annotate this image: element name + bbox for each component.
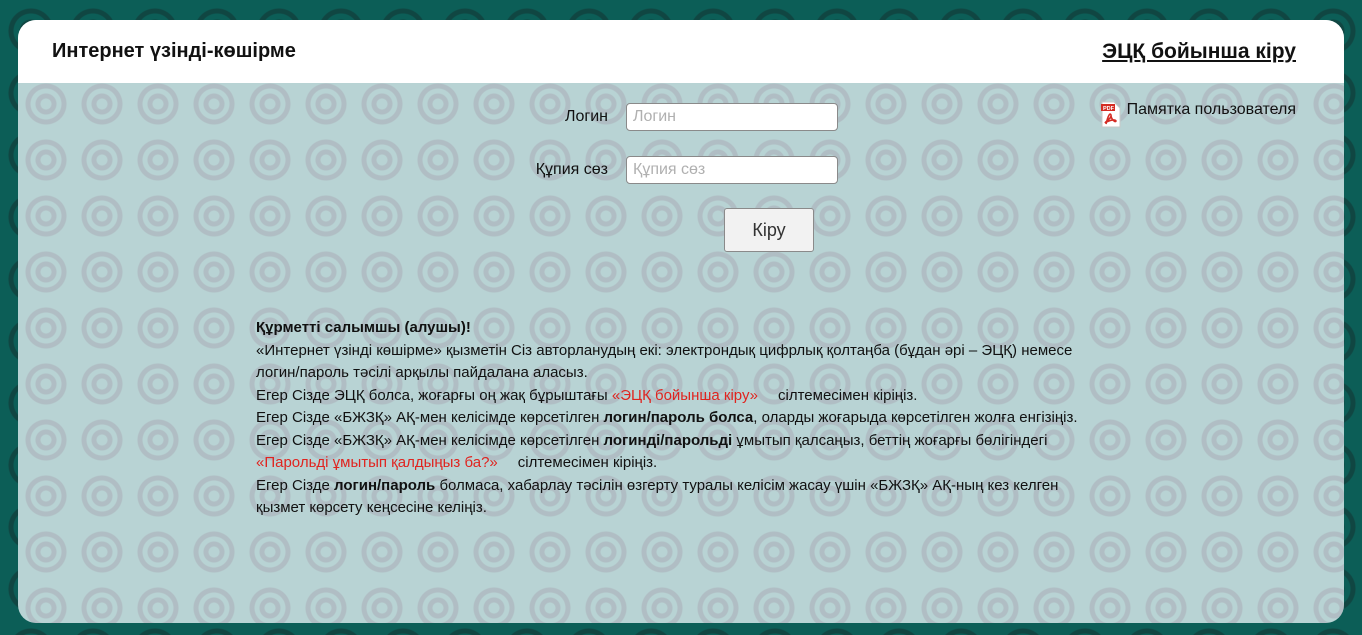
login-row: Логин bbox=[488, 103, 838, 131]
login-label: Логин bbox=[564, 108, 608, 125]
info-line-4: Егер Сізде «БЖЗҚ» АҚ-мен келісімде көрсе… bbox=[256, 431, 1048, 472]
login-button[interactable]: Кіру bbox=[724, 208, 814, 252]
info-line-3: Егер Сізде «БЖЗҚ» АҚ-мен келісімде көрсе… bbox=[256, 409, 1078, 426]
page-title: Интернет үзінді-көшірме bbox=[52, 40, 296, 62]
eds-login-link[interactable]: ЭЦҚ бойынша кіру bbox=[1102, 40, 1296, 64]
eds-login-inline-link[interactable]: «ЭЦҚ бойынша кіру» bbox=[612, 387, 758, 404]
password-label: Құпия сөз bbox=[535, 161, 608, 178]
pdf-label: PDF bbox=[1103, 106, 1115, 112]
info-line-5: Егер Сізде логин/пароль болмаса, хабарла… bbox=[256, 476, 1059, 517]
header-bar: Интернет үзінді-көшірме ЭЦҚ бойынша кіру bbox=[18, 20, 1344, 83]
password-row: Құпия сөз bbox=[488, 156, 838, 184]
info-line-1: «Интернет үзінді көшірме» қызметін Сіз а… bbox=[256, 341, 1073, 382]
info-line-2: Егер Сізде ЭЦҚ болса, жоғарғы оң жақ бұр… bbox=[256, 386, 918, 404]
password-input[interactable] bbox=[626, 156, 838, 184]
memo-label: Памятка пользователя bbox=[1126, 101, 1296, 118]
user-memo-link[interactable]: PDF Памятка пользователя bbox=[1100, 101, 1296, 128]
login-input[interactable] bbox=[626, 103, 838, 131]
pdf-icon: PDF bbox=[1100, 101, 1121, 128]
forgot-password-link[interactable]: «Парольді ұмытып қалдыңыз ба?» bbox=[256, 454, 498, 471]
main-panel: Интернет үзінді-көшірме ЭЦҚ бойынша кіру… bbox=[18, 20, 1344, 623]
info-text: Құрметті салымшы (алушы)! «Интернет үзін… bbox=[256, 317, 1086, 520]
info-greeting: Құрметті салымшы (алушы)! bbox=[256, 319, 471, 336]
